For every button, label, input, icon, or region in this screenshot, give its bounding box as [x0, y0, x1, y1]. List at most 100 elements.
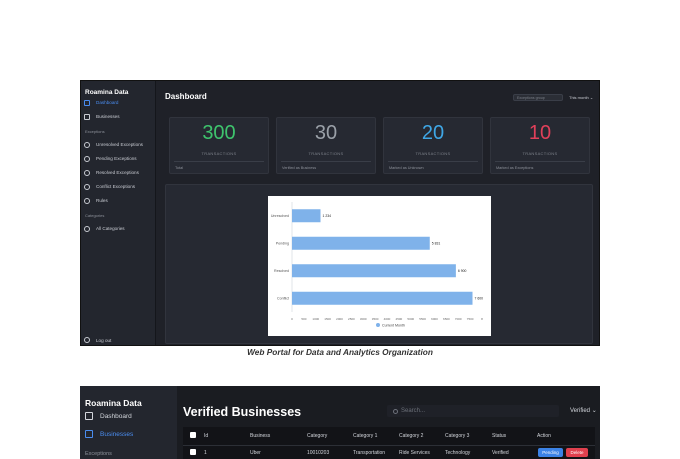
- sidebar-item-label: Unresolved Exceptions: [96, 142, 143, 147]
- stat-value: 30: [314, 122, 338, 144]
- column-header-action: Action: [537, 433, 551, 439]
- header-divider: [183, 445, 595, 446]
- section-label-categories: Categories: [85, 213, 105, 218]
- circle-icon: [84, 141, 90, 148]
- page-title: Dashboard: [165, 92, 207, 101]
- circle-icon: [84, 155, 90, 162]
- sidebar-item-label: All Categories: [96, 226, 125, 231]
- cell-business: Uber: [250, 450, 261, 456]
- brand-name: Roamina Data: [85, 398, 142, 408]
- bar-chart: Unresolved 1 234 Pending 5 831 Resolved 6 900…: [268, 196, 491, 336]
- businesses-screenshot: Roamina Data Dashboard Businesses Except…: [80, 386, 600, 459]
- sidebar-item-businesses[interactable]: Businesses: [84, 112, 152, 121]
- divider: [174, 161, 264, 162]
- logout-label: Log out: [96, 337, 112, 343]
- cell-category-2: Ride Services: [399, 450, 430, 456]
- sidebar-item-rules[interactable]: Rules: [84, 196, 152, 205]
- bar: [292, 209, 321, 223]
- grid-icon: [84, 99, 90, 106]
- y-tick-label: Resolved: [274, 269, 289, 273]
- sidebar-item-resolved[interactable]: Resolved Exceptions: [84, 168, 152, 177]
- legend-swatch: [376, 323, 380, 327]
- column-header-id: Id: [204, 433, 209, 439]
- period-select[interactable]: This month ⌄: [569, 94, 593, 101]
- pending-button[interactable]: Pending: [538, 448, 563, 457]
- cell-status: Verified: [492, 450, 509, 456]
- logout-button[interactable]: Log out: [84, 337, 111, 343]
- column-header-business: Business: [250, 433, 271, 439]
- column-header-category-2: Category 2: [399, 433, 424, 439]
- sidebar-item-businesses[interactable]: Businesses: [85, 430, 133, 438]
- sidebar-item-conflict[interactable]: Conflict Exceptions: [84, 182, 152, 191]
- chevron-down-icon: ⌄: [591, 408, 597, 414]
- select-all-checkbox[interactable]: [190, 432, 196, 438]
- delete-button[interactable]: Delete: [566, 448, 588, 457]
- document-icon: [85, 430, 93, 438]
- sidebar-item-label: Businesses: [96, 114, 120, 119]
- y-tick-label: Conflict: [277, 297, 289, 301]
- divider: [281, 161, 371, 162]
- x-tick-label: 4500: [396, 317, 403, 321]
- chevron-down-icon: ⌄: [589, 95, 594, 100]
- x-tick-label: 8: [481, 317, 483, 321]
- stat-label: TRANSACTIONS: [201, 151, 237, 156]
- bar-value-label: 7 600: [475, 297, 484, 301]
- section-label-exceptions: Exceptions: [85, 129, 105, 134]
- divider: [495, 161, 585, 162]
- stat-value: 20: [421, 122, 445, 144]
- sidebar-item-dashboard[interactable]: Dashboard: [85, 412, 132, 420]
- x-tick-label: 6000: [431, 317, 438, 321]
- sidebar: Roamina Data Dashboard Businesses Except…: [81, 81, 156, 345]
- column-header-status: Status: [492, 433, 507, 439]
- stat-label: TRANSACTIONS: [522, 151, 558, 156]
- search-input[interactable]: Search...: [387, 405, 559, 417]
- x-tick-label: 0: [291, 317, 293, 321]
- status-filter-select[interactable]: Verified ⌄: [570, 407, 597, 414]
- bar-chart-svg: Unresolved 1 234 Pending 5 831 Resolved 6 900…: [271, 202, 484, 328]
- x-tick-label: 500: [301, 317, 306, 321]
- sidebar-item-all-categories[interactable]: All Categories: [84, 224, 152, 233]
- row-checkbox[interactable]: [190, 449, 196, 455]
- x-tick-label: 1500: [324, 317, 331, 321]
- stat-value: 10: [528, 122, 552, 144]
- x-tick-label: 3500: [372, 317, 379, 321]
- x-tick-label: 7000: [455, 317, 462, 321]
- cell-category: 10010203: [307, 450, 330, 456]
- caption: Web Portal for Data and Analytics Organi…: [247, 347, 433, 357]
- y-tick-label: Pending: [276, 242, 289, 246]
- sidebar-item-label: Businesses: [100, 430, 134, 438]
- sidebar-item-label: Rules: [96, 198, 108, 203]
- x-tick-label: 2000: [336, 317, 343, 321]
- circle-icon: [84, 225, 90, 232]
- stat-card-total: 300 TRANSACTIONS Total: [169, 117, 269, 174]
- sidebar-item-dashboard[interactable]: Dashboard: [84, 98, 152, 107]
- stat-card-verified: 30 TRANSACTIONS Verified as Business: [276, 117, 376, 174]
- x-tick-label: 2500: [348, 317, 355, 321]
- stat-card-unknown: 20 TRANSACTIONS Marked as Unknown: [383, 117, 483, 174]
- sidebar-item-label: Pending Exceptions: [96, 156, 137, 161]
- x-tick-label: 5000: [407, 317, 414, 321]
- x-tick-label: 3000: [360, 317, 367, 321]
- x-tick-label: 4000: [384, 317, 391, 321]
- stat-value: 300: [202, 122, 236, 144]
- bar-value-label: 1 234: [323, 214, 332, 218]
- x-tick-label: 6500: [443, 317, 450, 321]
- stat-label: TRANSACTIONS: [308, 151, 344, 156]
- businesses-table: Id Business Category Category 1 Category…: [183, 427, 595, 459]
- brand-name: Roamina Data: [85, 89, 129, 96]
- logout-icon: [84, 337, 90, 343]
- sidebar-item-pending[interactable]: Pending Exceptions: [84, 154, 152, 163]
- period-select-label: This month: [569, 95, 589, 100]
- legend-label: Current Month: [382, 324, 405, 328]
- cell-category-3: Technology: [445, 450, 471, 456]
- section-label-exceptions: Exceptions: [85, 451, 112, 457]
- search-input[interactable]: Exceptions group: [513, 94, 563, 101]
- bar: [292, 291, 473, 305]
- cell-id: 1: [204, 450, 207, 456]
- x-tick-label: 7500: [467, 317, 474, 321]
- grid-icon: [85, 412, 93, 420]
- bar: [292, 236, 430, 250]
- stat-footer: Total: [175, 166, 184, 170]
- sidebar-item-unresolved[interactable]: Unresolved Exceptions: [84, 140, 152, 149]
- bar-value-label: 6 900: [458, 269, 467, 273]
